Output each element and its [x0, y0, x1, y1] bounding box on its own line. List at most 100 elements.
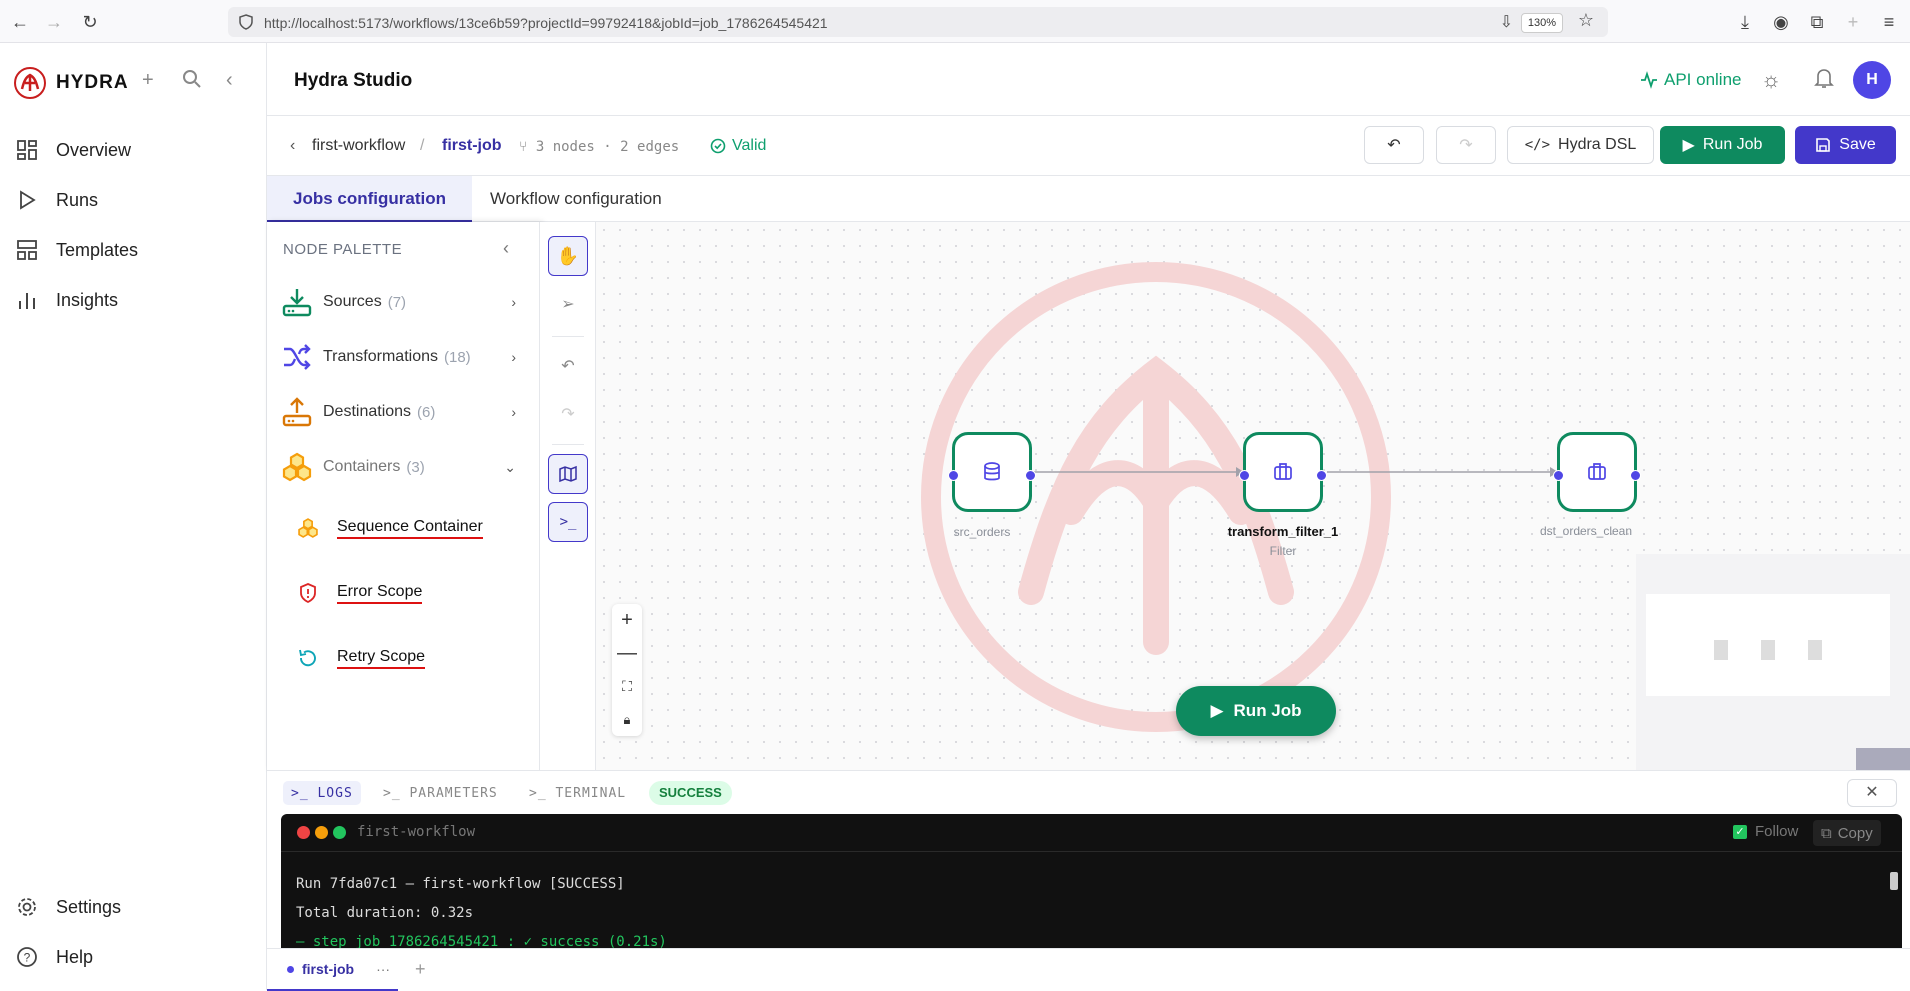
category-label: Destinations: [323, 403, 412, 420]
bar-chart-icon: [19, 293, 35, 309]
tool-undo-button[interactable]: ↶: [548, 346, 588, 386]
nav-item-overview[interactable]: Overview: [16, 132, 131, 168]
lock-button[interactable]: 🔒︎: [612, 703, 642, 736]
forward-icon[interactable]: →: [42, 10, 66, 34]
bell-icon[interactable]: [1814, 67, 1834, 95]
briefcase-icon: [1274, 463, 1292, 480]
app-logo[interactable]: HYDRA: [14, 67, 129, 99]
zoom-controls: + — ⛶ 🔒︎: [612, 604, 642, 736]
back-icon[interactable]: ←: [8, 10, 32, 34]
palette-category-transformations[interactable]: Transformations (18) ›: [281, 335, 526, 379]
follow-label: Follow: [1755, 823, 1799, 840]
output-port[interactable]: [1316, 470, 1327, 481]
palette-item-sequence-container[interactable]: Sequence Container: [297, 508, 483, 548]
palette-category-sources[interactable]: Sources (7) ›: [281, 280, 526, 324]
tool-redo-button[interactable]: ↷: [548, 394, 588, 434]
grid-icon: [17, 140, 37, 160]
undo-button[interactable]: ↶: [1364, 126, 1424, 164]
pan-tool-button[interactable]: ✋: [548, 236, 588, 276]
node-transform-filter-1[interactable]: [1239, 432, 1327, 512]
tab-workflow-configuration[interactable]: Workflow configuration: [464, 176, 688, 222]
add-job-tab-icon[interactable]: +: [415, 959, 426, 980]
fit-view-icon: ⛶: [622, 678, 632, 694]
new-tab-plus-icon[interactable]: +: [1841, 10, 1865, 34]
search-icon[interactable]: [182, 69, 202, 94]
input-port[interactable]: [948, 470, 959, 481]
category-count: (3): [406, 458, 425, 476]
help-icon: ?: [17, 947, 37, 967]
zoom-out-button[interactable]: —: [612, 637, 642, 670]
menu-icon[interactable]: ≡: [1877, 10, 1901, 34]
palette-category-destinations[interactable]: Destinations (6) ›: [281, 390, 526, 434]
nav-item-settings[interactable]: Settings: [16, 889, 121, 925]
nav-item-help[interactable]: ? Help: [16, 939, 93, 975]
minimap-node: [1761, 640, 1775, 660]
save-button[interactable]: Save: [1795, 126, 1896, 164]
tab-parameters[interactable]: >_ PARAMETERS: [375, 781, 506, 805]
zoom-level[interactable]: 130%: [1520, 13, 1563, 33]
tab-jobs-configuration[interactable]: Jobs configuration: [267, 176, 472, 222]
input-port[interactable]: [1553, 470, 1564, 481]
node-subtitle: Filter: [1269, 544, 1297, 558]
job-tab-first-job[interactable]: first-job ···: [267, 949, 398, 991]
account-icon[interactable]: ◉: [1769, 10, 1793, 34]
reload-icon[interactable]: ↻: [78, 10, 102, 34]
collapse-palette-icon[interactable]: ‹: [503, 238, 509, 259]
nav-item-insights[interactable]: Insights: [16, 282, 118, 318]
console-toggle-button[interactable]: >_: [548, 502, 588, 542]
downloads-icon[interactable]: ⤓: [1733, 10, 1757, 34]
zoom-in-button[interactable]: +: [612, 604, 642, 637]
tab-terminal[interactable]: >_ TERMINAL: [521, 781, 634, 805]
tab-label: TERMINAL: [555, 785, 627, 801]
log-terminal[interactable]: first-workflow ✓ Follow ⧉ Copy Run 7fda0…: [281, 814, 1902, 948]
extensions-icon[interactable]: ⧉: [1805, 10, 1829, 34]
redo-button[interactable]: ↷: [1436, 126, 1496, 164]
palette-item-error-scope[interactable]: Error Scope: [297, 573, 423, 613]
close-panel-button[interactable]: ✕: [1847, 779, 1897, 807]
node-dst-orders-clean[interactable]: [1553, 432, 1641, 512]
shuffle-icon: [284, 344, 311, 370]
floating-run-job-button[interactable]: ▶ Run Job: [1176, 686, 1336, 736]
tab-logs[interactable]: >_ LOGS: [283, 781, 361, 805]
bookmark-star-icon[interactable]: ☆: [1578, 10, 1594, 31]
nav-item-templates[interactable]: Templates: [16, 232, 138, 268]
add-icon[interactable]: +: [142, 69, 154, 92]
node-label: src_orders: [953, 525, 1011, 539]
scrollbar-thumb[interactable]: [1890, 872, 1898, 890]
undo-icon: ↶: [561, 358, 575, 375]
fit-view-button[interactable]: ⛶: [612, 670, 642, 703]
palette-item-retry-scope[interactable]: Retry Scope: [297, 638, 426, 678]
minimap-toggle-button[interactable]: [548, 454, 588, 494]
shield-alert-icon: [300, 583, 316, 604]
chevron-right-icon: ›: [511, 349, 516, 365]
output-port[interactable]: [1025, 470, 1036, 481]
checkbox-checked-icon[interactable]: ✓: [1733, 824, 1747, 839]
hydra-dsl-button[interactable]: </> Hydra DSL: [1507, 126, 1654, 164]
breadcrumb-workflow[interactable]: first-workflow: [312, 137, 405, 155]
run-job-button[interactable]: ▶ Run Job: [1660, 126, 1785, 164]
copy-icon: ⧉: [1821, 824, 1832, 842]
more-icon[interactable]: ···: [376, 961, 390, 977]
workflow-canvas[interactable]: src_orders transform_filter_1 Filter dst…: [596, 222, 1910, 770]
palette-category-containers[interactable]: Containers (3) ⌄: [281, 445, 526, 489]
window-dot-green: [333, 826, 346, 839]
input-port[interactable]: [1239, 470, 1250, 481]
save-page-icon[interactable]: ⇩: [1500, 12, 1513, 32]
edge-count: 2 edges: [620, 139, 680, 155]
follow-toggle[interactable]: ✓ Follow: [1733, 823, 1798, 840]
breadcrumb-job[interactable]: first-job: [442, 137, 502, 155]
category-count: (18): [444, 348, 471, 366]
select-tool-button[interactable]: ➢: [548, 284, 588, 324]
theme-toggle-icon[interactable]: ☼: [1761, 67, 1781, 93]
minimap[interactable]: [1636, 554, 1910, 770]
tab-label: PARAMETERS: [409, 785, 498, 801]
collapse-sidebar-icon[interactable]: ‹: [226, 69, 233, 92]
node-src-orders[interactable]: [948, 432, 1036, 512]
redo-icon: ↷: [561, 406, 575, 423]
nav-item-runs[interactable]: Runs: [16, 182, 98, 218]
output-port[interactable]: [1630, 470, 1641, 481]
copy-button[interactable]: ⧉ Copy: [1813, 820, 1881, 846]
address-bar[interactable]: http://localhost:5173/workflows/13ce6b59…: [228, 7, 1608, 37]
avatar[interactable]: H: [1853, 61, 1891, 99]
back-chevron-icon[interactable]: ‹: [290, 137, 295, 155]
